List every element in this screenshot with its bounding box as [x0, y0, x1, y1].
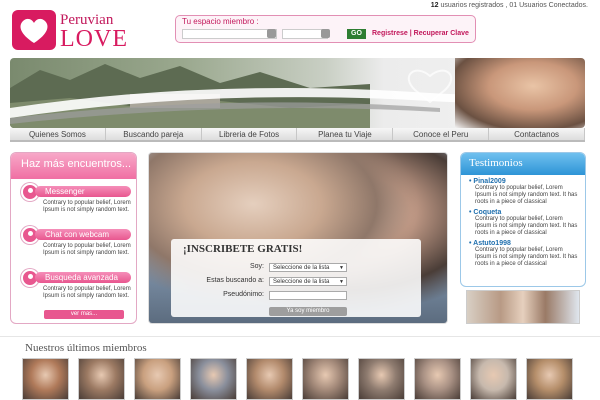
lock-icon	[321, 29, 330, 38]
pseudonimo-label: Pseudónimo:	[223, 291, 264, 298]
registration-panel: ¡INSCRIBETE GRATIS! Soy: Seleccione de l…	[148, 152, 448, 324]
member-thumbnail[interactable]	[414, 358, 461, 400]
testimonial-item: • Astuto1998 Contrary to popular belief,…	[461, 237, 585, 268]
ver-mas-button[interactable]: ver mas...	[44, 310, 124, 319]
user-stats: 12 usuarios registrados , 01 Usuarios Co…	[431, 2, 588, 9]
feature-search[interactable]: Busqueda avanzada Contrary to popular be…	[11, 269, 136, 315]
testimonial-name-text[interactable]: Coqueta	[473, 209, 501, 216]
members-strip	[22, 358, 582, 400]
username-input[interactable]	[182, 29, 277, 39]
member-thumbnail[interactable]	[134, 358, 181, 400]
register-title: ¡INSCRIBETE GRATIS!	[183, 243, 303, 255]
heart-logo-icon	[12, 10, 56, 50]
testimonial-name-text[interactable]: Pinal2009	[473, 178, 505, 185]
testimonial-item: • Pinal2009 Contrary to popular belief, …	[461, 175, 585, 206]
section-divider	[0, 336, 600, 337]
nav-quienes-somos[interactable]: Quienes Somos	[10, 128, 106, 140]
ya-soy-miembro-button[interactable]: Ya soy miembro	[269, 307, 347, 316]
nav-contactanos[interactable]: Contactanos	[489, 128, 585, 140]
soy-select[interactable]: Seleccione de la lista	[269, 263, 347, 272]
buscando-select[interactable]: Seleccione de la lista	[269, 277, 347, 286]
testimonial-text: Contrary to popular belief, Lorem Ipsum …	[475, 216, 578, 236]
feature-text: Contrary to popular belief, Lorem Ipsum …	[43, 200, 131, 213]
user-icon	[267, 29, 276, 38]
stats-text: usuarios registrados , 01 Usuarios Conec…	[438, 2, 588, 9]
member-thumbnail[interactable]	[358, 358, 405, 400]
testimonial-text: Contrary to popular belief, Lorem Ipsum …	[475, 185, 578, 205]
feature-title[interactable]: Chat con webcam	[35, 229, 131, 240]
buscando-label: Estas buscando a:	[206, 277, 264, 284]
register-form: ¡INSCRIBETE GRATIS! Soy: Seleccione de l…	[171, 239, 421, 317]
nav-libreria-fotos[interactable]: Libreria de Fotos	[201, 128, 298, 140]
feature-title[interactable]: Messenger	[35, 186, 131, 197]
main-nav: Quienes Somos Buscando pareja Libreria d…	[10, 128, 585, 142]
feature-text: Contrary to popular belief, Lorem Ipsum …	[43, 286, 131, 299]
member-thumbnail[interactable]	[302, 358, 349, 400]
nav-planea-viaje[interactable]: Planea tu Viaje	[297, 128, 394, 140]
member-login-box: Tu espacio miembro : GO Registrese | Rec…	[175, 15, 476, 43]
member-thumbnail[interactable]	[526, 358, 573, 400]
feature-messenger[interactable]: Messenger Contrary to popular belief, Lo…	[11, 183, 136, 229]
testimonials-column: Testimonios • Pinal2009 Contrary to popu…	[460, 152, 586, 324]
register-recover-links[interactable]: Registrese | Recuperar Clave	[372, 30, 469, 37]
logo-text-love: LOVE	[60, 26, 128, 52]
testimonials-heading: Testimonios	[461, 153, 585, 175]
header-banner	[10, 58, 585, 128]
testimonial-name-text[interactable]: Astuto1998	[473, 240, 511, 247]
features-heading: Haz más encuentros...	[11, 153, 136, 179]
testimonial-name[interactable]: • Coqueta	[469, 209, 579, 216]
member-thumbnail[interactable]	[78, 358, 125, 400]
testimonial-name[interactable]: • Pinal2009	[469, 178, 579, 185]
feature-webcam[interactable]: Chat con webcam Contrary to popular beli…	[11, 226, 136, 272]
soy-label: Soy:	[249, 263, 264, 270]
member-thumbnail[interactable]	[246, 358, 293, 400]
members-title: Nuestros últimos miembros	[25, 342, 147, 354]
couple-image	[455, 58, 585, 128]
features-panel: Haz más encuentros... Messenger Contrary…	[10, 152, 137, 324]
logo[interactable]: Peruvian LOVE	[12, 8, 137, 53]
feature-text: Contrary to popular belief, Lorem Ipsum …	[43, 243, 131, 256]
member-thumbnail[interactable]	[470, 358, 517, 400]
member-thumbnail[interactable]	[22, 358, 69, 400]
testimonial-text: Contrary to popular belief, Lorem Ipsum …	[475, 247, 578, 267]
testimonials-panel: Testimonios • Pinal2009 Contrary to popu…	[460, 152, 586, 287]
nav-buscando-pareja[interactable]: Buscando pareja	[105, 128, 202, 140]
login-title: Tu espacio miembro :	[182, 17, 259, 26]
registered-count: 12	[430, 2, 439, 9]
go-button[interactable]: GO	[347, 29, 366, 39]
testimonial-photo	[466, 290, 580, 324]
feature-title[interactable]: Busqueda avanzada	[35, 272, 131, 283]
member-thumbnail[interactable]	[190, 358, 237, 400]
nav-conoce-peru[interactable]: Conoce el Peru	[393, 128, 490, 140]
testimonial-name[interactable]: • Astuto1998	[469, 240, 579, 247]
testimonial-item: • Coqueta Contrary to popular belief, Lo…	[461, 206, 585, 237]
pseudonimo-input[interactable]	[269, 291, 347, 300]
